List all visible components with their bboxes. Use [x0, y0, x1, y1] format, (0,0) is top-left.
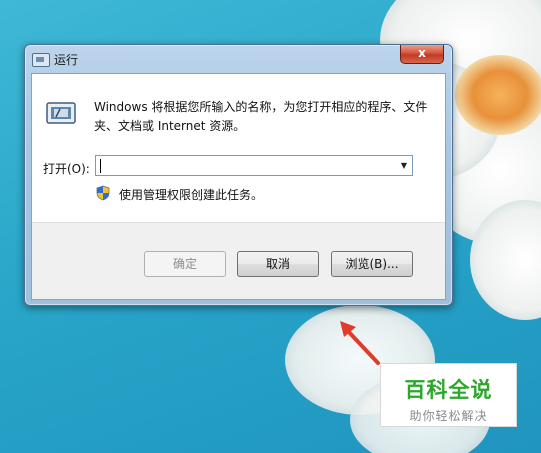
open-input[interactable] [98, 157, 392, 174]
watermark-title: 百科全说 [404, 378, 493, 402]
run-program-icon [32, 53, 50, 67]
run-dialog-window: 运行 x Windows 将根据您所输入的名称，为您打开相应的程序、文件夹、文档… [24, 44, 453, 306]
open-label: 打开(O): [43, 162, 90, 176]
run-program-icon [46, 102, 76, 124]
open-combobox[interactable]: ▼ [95, 155, 413, 176]
admin-privilege-note: 使用管理权限创建此任务。 [119, 188, 264, 202]
combo-dropdown-arrow-icon[interactable]: ▼ [396, 156, 412, 175]
watermark-badge: 百科全说 助你轻松解决 [380, 363, 517, 427]
dialog-body: Windows 将根据您所输入的名称，为您打开相应的程序、文件夹、文档或 Int… [31, 73, 446, 300]
close-button[interactable]: x [400, 45, 444, 64]
watermark-subtitle: 助你轻松解决 [409, 409, 488, 423]
close-icon: x [418, 46, 426, 60]
ok-button[interactable]: 确定 [144, 251, 226, 277]
title-bar[interactable]: 运行 x [25, 45, 452, 73]
dialog-description: Windows 将根据您所输入的名称，为您打开相应的程序、文件夹、文档或 Int… [94, 100, 428, 133]
uac-shield-icon [96, 185, 110, 201]
cancel-button[interactable]: 取消 [237, 251, 319, 277]
window-title: 运行 [54, 53, 79, 67]
browse-button[interactable]: 浏览(B)... [331, 251, 413, 277]
